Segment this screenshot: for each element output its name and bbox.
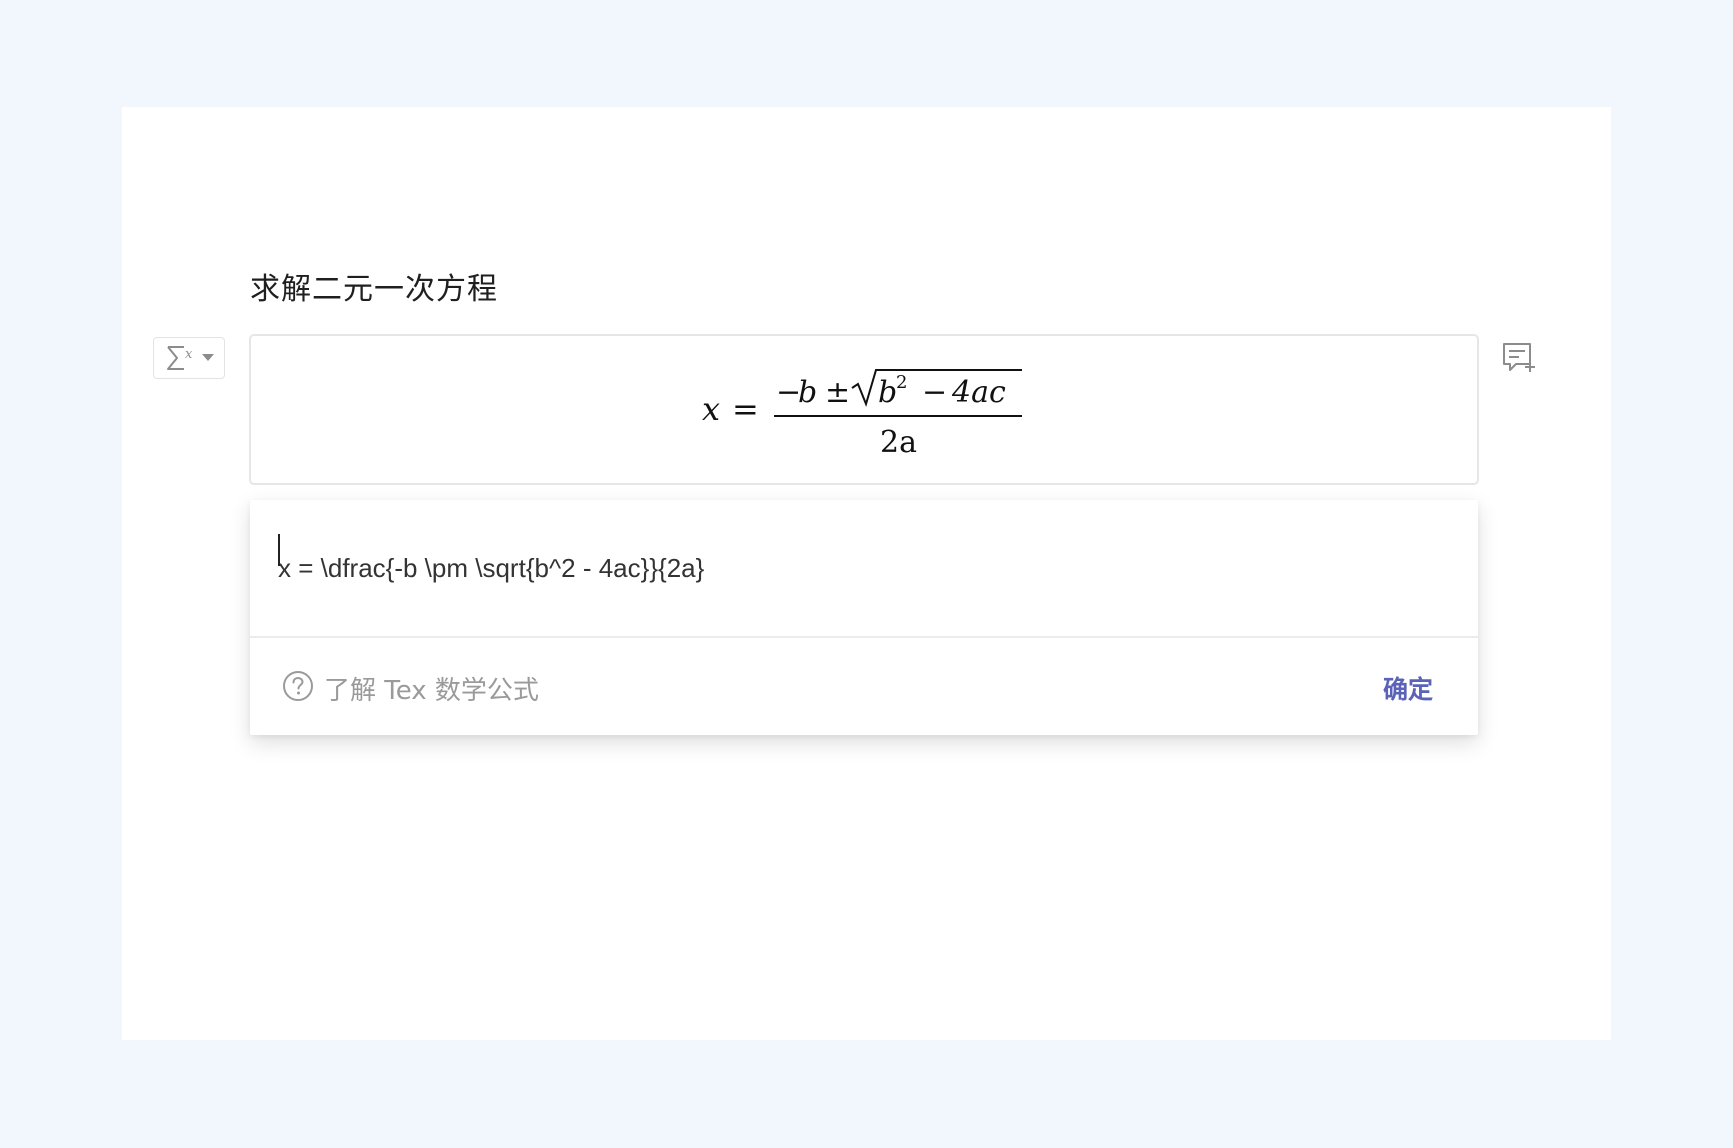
formula-equals: =: [732, 390, 759, 428]
tex-help-label: 了解 Tex 数学公式: [324, 676, 539, 706]
formula-radicand-b: b: [878, 375, 897, 410]
block-type-button[interactable]: x: [153, 337, 225, 379]
rendered-formula: x = − b ± b 2 − 4ac 2a: [700, 366, 1040, 470]
formula-lhs: x: [702, 390, 720, 428]
add-comment-icon[interactable]: [1500, 340, 1538, 376]
formula-plus-minus: ±: [825, 375, 850, 410]
svg-text:x: x: [185, 347, 193, 362]
formula-svg: x = − b ± b 2 − 4ac 2a: [702, 369, 1022, 460]
tex-editor-popup: 了解 Tex 数学公式 确定: [250, 500, 1478, 735]
formula-b: b: [798, 375, 817, 410]
confirm-button[interactable]: 确定: [1383, 670, 1433, 706]
formula-radicand-minus: −: [922, 375, 947, 410]
formula-radicand-rest: 4ac: [951, 375, 1006, 410]
formula-exponent: 2: [896, 372, 907, 393]
tex-source-input[interactable]: [250, 500, 1478, 638]
formula-denominator: 2a: [880, 425, 917, 460]
question-circle-icon: [282, 670, 314, 707]
sigma-x-icon: x: [164, 343, 198, 373]
document-heading: 求解二元一次方程: [250, 272, 498, 307]
text-caret: [278, 534, 280, 566]
tex-help-link[interactable]: 了解 Tex 数学公式: [282, 670, 539, 707]
caret-down-icon: [202, 354, 214, 362]
